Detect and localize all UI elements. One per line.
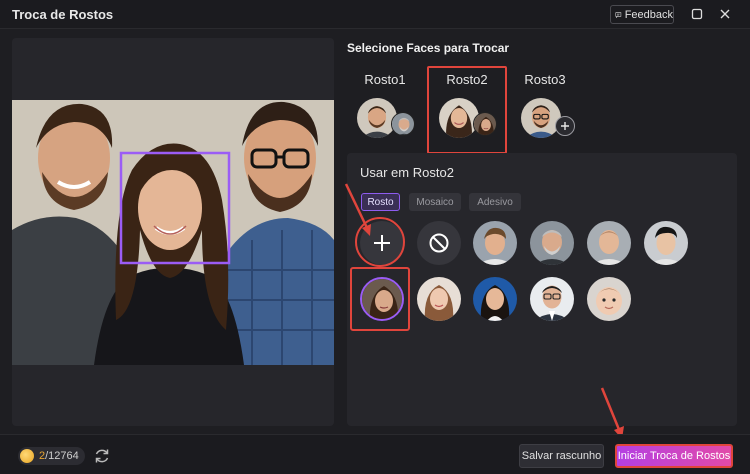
face-slot-label: Rosto1 — [364, 72, 406, 87]
face-slot-target-avatar — [391, 112, 415, 136]
feedback-button[interactable]: Feedback — [610, 5, 674, 24]
library-face[interactable] — [473, 221, 517, 265]
preview-panel — [12, 38, 334, 426]
library-face[interactable] — [530, 277, 574, 321]
credits-counter: 2/12764 — [18, 447, 85, 465]
tab-mosaico[interactable]: Mosaico — [409, 193, 461, 211]
face-slot-avatar — [439, 98, 479, 138]
face-slot-3[interactable]: Rosto3 — [505, 66, 585, 154]
start-face-swap-button[interactable]: Iniciar Troca de Rostos — [615, 444, 733, 468]
library-face[interactable] — [530, 221, 574, 265]
title-bar: Troca de Rostos Feedback — [0, 0, 750, 29]
library-face[interactable] — [587, 221, 631, 265]
face-slot-label: Rosto3 — [524, 72, 566, 87]
save-draft-button[interactable]: Salvar rascunho — [519, 444, 604, 468]
close-icon[interactable] — [717, 6, 733, 22]
refresh-icon[interactable] — [93, 447, 111, 465]
no-face-button[interactable] — [417, 221, 461, 265]
preview-photo — [12, 100, 334, 365]
bottom-bar: 2/12764 Salvar rascunho Iniciar Troca de… — [0, 434, 750, 474]
maximize-icon[interactable] — [689, 6, 705, 22]
face-slot-target-avatar — [473, 112, 497, 136]
library-face[interactable] — [644, 221, 688, 265]
tab-adesivo[interactable]: Adesivo — [469, 193, 521, 211]
coin-icon — [20, 449, 34, 463]
ban-icon — [429, 233, 449, 253]
face-slot-avatar — [357, 98, 397, 138]
feedback-label: Feedback — [624, 8, 673, 21]
window-title: Troca de Rostos — [12, 7, 114, 22]
face-library-panel: Usar em Rosto2 Rosto Mosaico Adesivo — [347, 153, 737, 426]
library-face[interactable] — [587, 277, 631, 321]
credits-total: /12764 — [45, 450, 79, 462]
feedback-icon — [615, 11, 622, 18]
face-slot-label: Rosto2 — [446, 72, 488, 87]
apply-to-face-title: Usar em Rosto2 — [360, 165, 454, 180]
selection-highlight — [350, 267, 410, 331]
face-slot-2[interactable]: Rosto2 — [427, 66, 507, 154]
face-slot-avatar — [521, 98, 561, 138]
library-face[interactable] — [473, 277, 517, 321]
add-face-icon[interactable] — [555, 116, 575, 136]
library-face[interactable] — [417, 277, 461, 321]
tab-rosto[interactable]: Rosto — [361, 193, 400, 211]
face-slot-1[interactable]: Rosto1 — [345, 66, 425, 154]
select-faces-heading: Selecione Faces para Trocar — [347, 41, 510, 55]
annotation-circle — [355, 217, 405, 267]
